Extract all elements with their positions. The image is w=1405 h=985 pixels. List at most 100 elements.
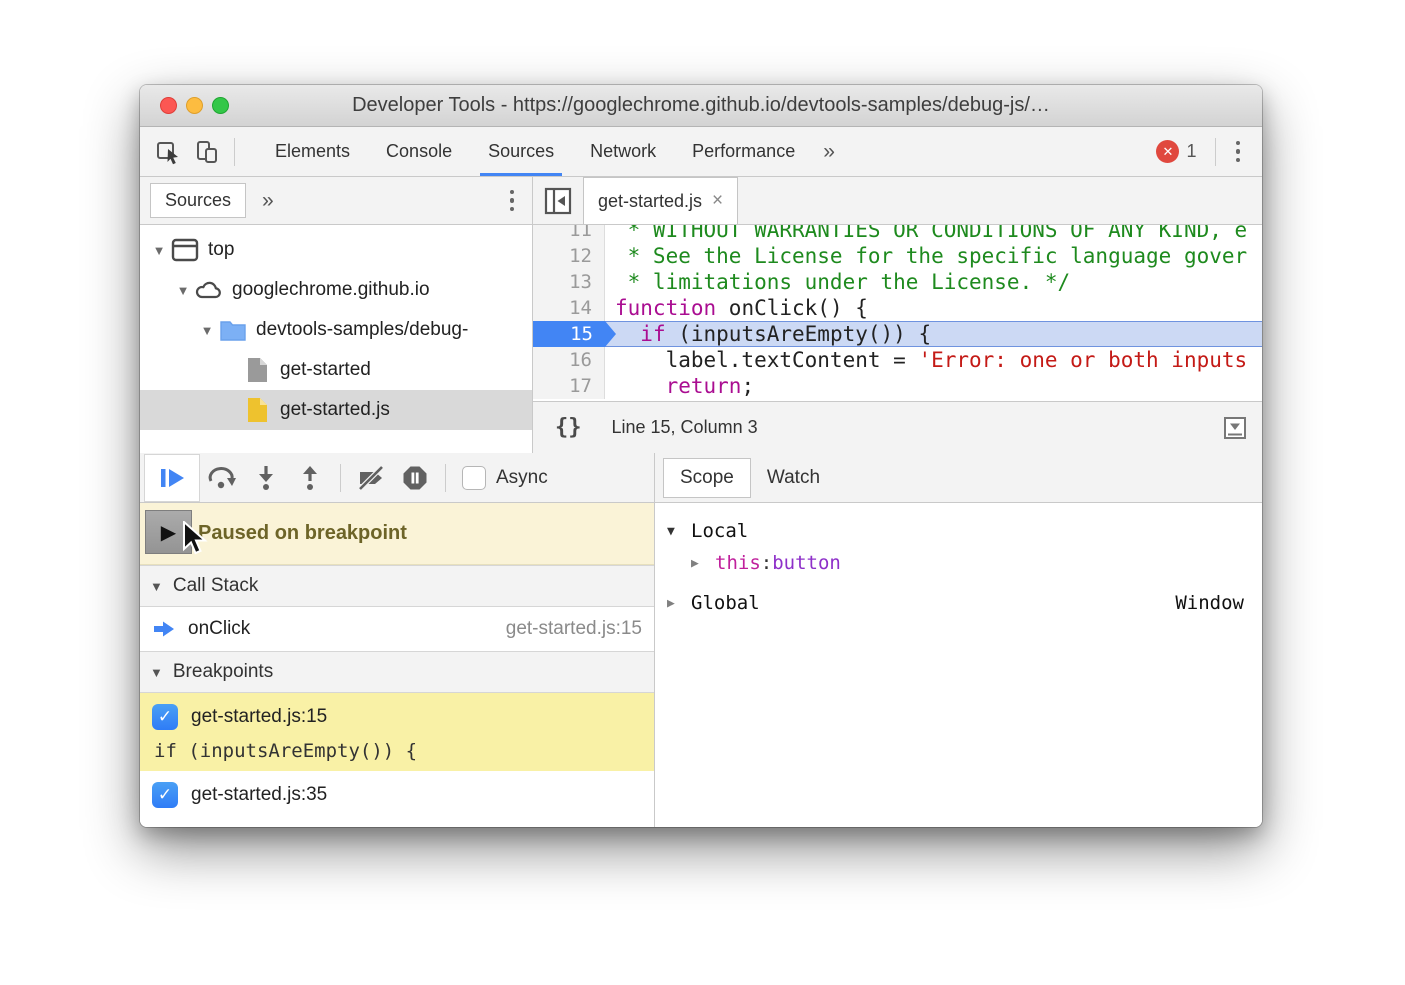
scope-tabbar: Scope Watch: [655, 453, 1262, 503]
file-gray-icon: [242, 357, 272, 383]
main-menu-kebab-icon[interactable]: [1224, 133, 1253, 171]
tab-elements[interactable]: Elements: [257, 127, 368, 176]
tab-network[interactable]: Network: [572, 127, 674, 176]
current-frame-arrow-icon: [152, 619, 176, 639]
breakpoint-entry[interactable]: ✓ get-started.js:15 if (inputsAreEmpty()…: [140, 693, 654, 771]
resume-script-button[interactable]: [144, 454, 200, 502]
collapse-arrow-icon: ▼: [667, 524, 691, 539]
expand-arrow-icon[interactable]: ▼: [172, 283, 194, 298]
minimize-window-button[interactable]: [186, 97, 203, 114]
code-line[interactable]: 12 * See the License for the specific la…: [533, 243, 1262, 269]
collapse-arrow-icon: ▼: [150, 665, 163, 680]
hide-navigator-button[interactable]: [533, 177, 583, 224]
async-checkbox[interactable]: [462, 466, 486, 490]
navigator-menu-kebab-icon[interactable]: [498, 182, 527, 220]
async-toggle: Async: [462, 466, 548, 490]
code-line[interactable]: 14 function onClick() {: [533, 295, 1262, 321]
breakpoint-flag[interactable]: 15: [533, 321, 605, 347]
cloud-icon: [194, 278, 224, 302]
scope-local-row[interactable]: ▼ Local: [667, 515, 1252, 547]
tree-item-get-started[interactable]: get-started: [140, 350, 532, 390]
tree-item-folder[interactable]: ▼ devtools-samples/debug-: [140, 310, 532, 350]
breakpoint-checkbox[interactable]: ✓: [152, 704, 178, 730]
tree-item-top[interactable]: ▼ top: [140, 230, 532, 270]
breakpoint-entry[interactable]: ✓ get-started.js:35: [140, 771, 654, 821]
play-icon: ▶: [161, 520, 176, 545]
breakpoints-header[interactable]: ▼ Breakpoints: [140, 651, 654, 693]
tree-item-label: get-started: [280, 359, 371, 381]
sources-upper-area: Sources » ▼ top ▼ googl: [140, 177, 1262, 453]
tree-item-domain[interactable]: ▼ googlechrome.github.io: [140, 270, 532, 310]
scope-tree: ▼ Local ▶ this: button ▶ Global Window: [655, 503, 1262, 619]
tree-item-label: get-started.js: [280, 399, 390, 421]
code-line[interactable]: 17 return;: [533, 373, 1262, 399]
editor-tab-get-started-js[interactable]: get-started.js ×: [583, 177, 738, 224]
scope-this-row[interactable]: ▶ this: button: [667, 547, 1252, 579]
scope-pane: Scope Watch ▼ Local ▶ this: button ▶ Glo…: [655, 453, 1262, 827]
async-label: Async: [496, 467, 548, 489]
code-line[interactable]: 11 * WITHOUT WARRANTIES OR CONDITIONS OF…: [533, 225, 1262, 243]
expand-arrow-icon: ▶: [667, 596, 691, 611]
navigator-sidebar: Sources » ▼ top ▼ googl: [140, 177, 533, 453]
pause-on-exceptions-button[interactable]: [393, 457, 437, 499]
file-yellow-icon: [242, 397, 272, 423]
tab-console[interactable]: Console: [368, 127, 470, 176]
toolbar-separator: [1215, 138, 1216, 166]
code-line[interactable]: 16 label.textContent = 'Error: one or bo…: [533, 347, 1262, 373]
tab-sources[interactable]: Sources: [470, 127, 572, 176]
more-tabs-chevron[interactable]: »: [813, 140, 845, 164]
expand-arrow-icon[interactable]: ▼: [148, 243, 170, 258]
code-line-paused[interactable]: 15 if (inputsAreEmpty()) {: [533, 321, 1262, 347]
code-area[interactable]: 11 * WITHOUT WARRANTIES OR CONDITIONS OF…: [533, 225, 1262, 401]
line-number-gutter[interactable]: 14: [533, 295, 605, 321]
code-line[interactable]: 13 * limitations under the License. */: [533, 269, 1262, 295]
line-number-gutter[interactable]: 13: [533, 269, 605, 295]
breakpoint-location: get-started.js:15: [191, 706, 327, 728]
toolbar-separator: [340, 464, 341, 492]
property-value: button: [772, 552, 841, 574]
title-bar: Developer Tools - https://googlechrome.g…: [140, 85, 1262, 127]
step-into-button[interactable]: [244, 457, 288, 499]
line-number-gutter[interactable]: 17: [533, 373, 605, 399]
collapse-arrow-icon: ▼: [150, 579, 163, 594]
cursor-position: Line 15, Column 3: [612, 417, 758, 438]
line-number-gutter[interactable]: 12: [533, 243, 605, 269]
expand-arrow-icon[interactable]: ▼: [196, 323, 218, 338]
deactivate-breakpoints-button[interactable]: [349, 457, 393, 499]
navigator-toggle-icon: [543, 186, 573, 216]
close-window-button[interactable]: [160, 97, 177, 114]
step-over-button[interactable]: [200, 457, 244, 499]
navigator-tab-sources[interactable]: Sources: [150, 183, 246, 218]
tab-watch[interactable]: Watch: [751, 459, 836, 497]
statusbar-panel-icon[interactable]: [1222, 415, 1248, 441]
step-out-button[interactable]: [288, 457, 332, 499]
tab-performance[interactable]: Performance: [674, 127, 813, 176]
call-stack-frame[interactable]: onClick get-started.js:15: [140, 607, 654, 651]
breakpoint-code-snippet: if (inputsAreEmpty()) {: [154, 740, 654, 762]
tree-item-label: googlechrome.github.io: [232, 279, 430, 301]
frame-location: get-started.js:15: [506, 618, 642, 640]
pretty-print-button[interactable]: {}: [547, 415, 590, 440]
devtools-window: Developer Tools - https://googlechrome.g…: [140, 85, 1262, 827]
inspect-cursor-icon: [156, 139, 182, 165]
mouse-cursor-icon: [180, 521, 210, 557]
zoom-window-button[interactable]: [212, 97, 229, 114]
navigator-more-tabs-chevron[interactable]: »: [262, 189, 274, 213]
line-number-gutter[interactable]: 16: [533, 347, 605, 373]
toggle-device-toolbar-button[interactable]: [188, 133, 226, 171]
devtools-toolbar: Elements Console Sources Network Perform…: [140, 127, 1262, 177]
call-stack-title: Call Stack: [173, 575, 259, 597]
window-controls: [160, 85, 229, 126]
tree-item-get-started-js[interactable]: get-started.js: [140, 390, 532, 430]
folder-icon: [218, 318, 248, 342]
call-stack-header[interactable]: ▼ Call Stack: [140, 565, 654, 607]
frame-function-name: onClick: [188, 618, 250, 640]
error-badge-icon[interactable]: ✕: [1156, 140, 1179, 163]
scope-global-row[interactable]: ▶ Global Window: [667, 587, 1252, 619]
line-number-gutter[interactable]: 11: [533, 225, 605, 243]
close-tab-icon[interactable]: ×: [712, 190, 723, 212]
inspect-element-button[interactable]: [150, 133, 188, 171]
tab-scope[interactable]: Scope: [663, 458, 751, 498]
breakpoint-checkbox[interactable]: ✓: [152, 782, 178, 808]
sources-lower-area: Async Paused on breakpoint ▶ ▼ Call Stac…: [140, 453, 1262, 827]
